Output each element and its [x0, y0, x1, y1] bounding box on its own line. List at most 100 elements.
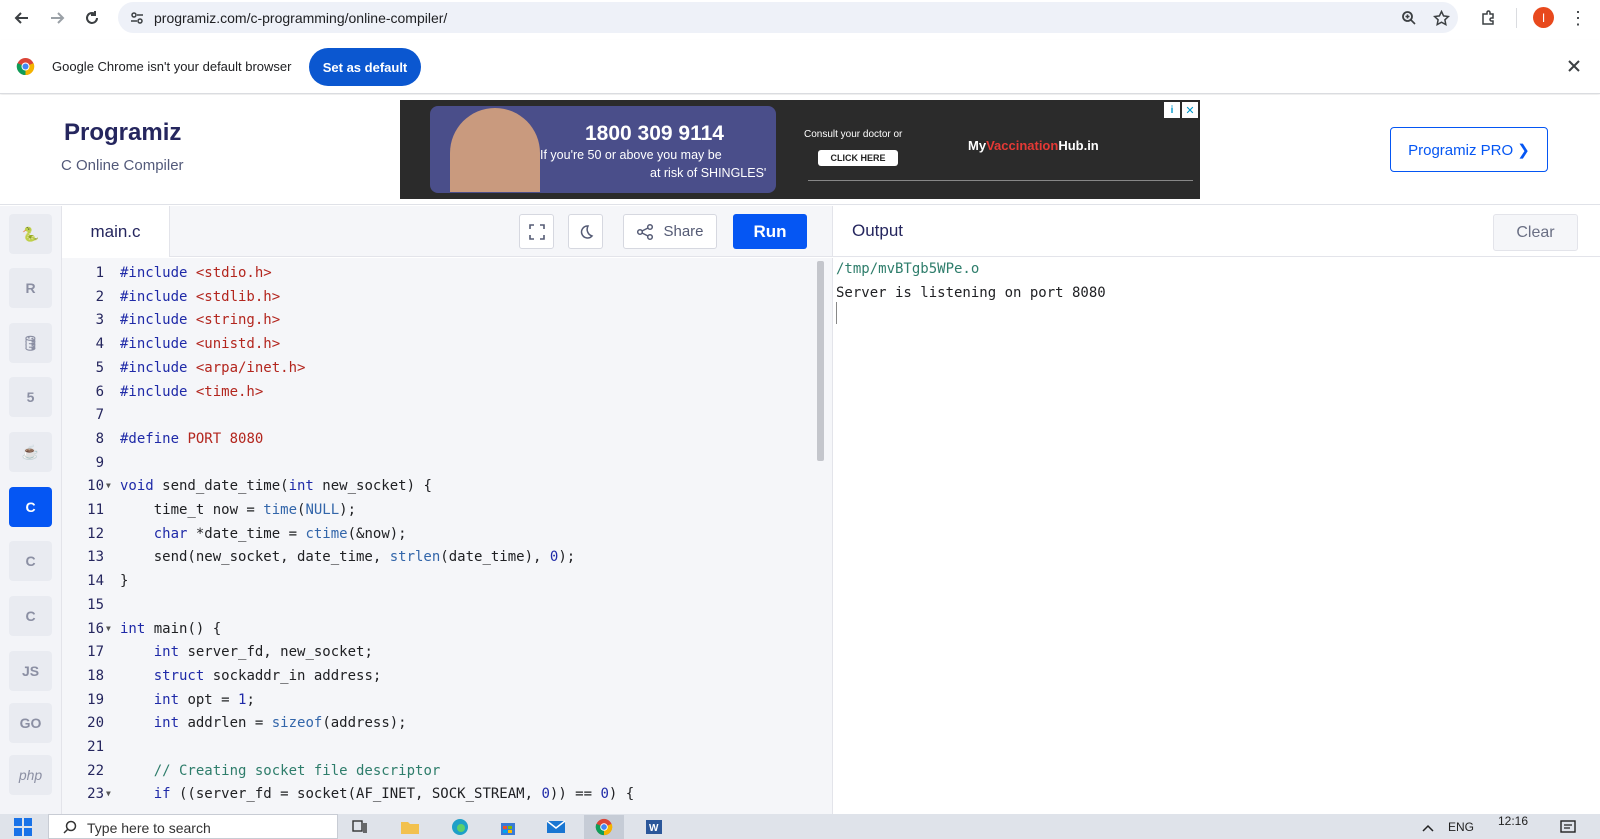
code-line[interactable]: 3 #include <string.h> — [62, 308, 822, 332]
code-text: send(new_socket, date_time, strlen(date_… — [120, 549, 576, 566]
language-java[interactable]: ☕ — [9, 432, 52, 472]
code-text: int server_fd, new_socket; — [153, 644, 373, 661]
share-button[interactable]: Share — [623, 214, 717, 249]
code-line[interactable]: 23 ▼ if ((server_fd = socket(AF_INET, SOC… — [62, 782, 822, 806]
run-button[interactable]: Run — [733, 214, 807, 249]
line-number: 8 — [95, 430, 104, 447]
line-number: 4 — [95, 336, 104, 353]
language-csharp[interactable]: C — [9, 596, 52, 636]
go-icon: GO — [19, 715, 42, 731]
chevron-up-icon[interactable] — [1422, 820, 1434, 838]
extensions-icon[interactable] — [1476, 6, 1500, 30]
code-line[interactable]: 9 — [62, 451, 822, 475]
code-text: if ((server_fd = socket(AF_INET, SOCK_ST… — [153, 786, 635, 803]
chrome-taskbar-icon[interactable] — [584, 815, 624, 839]
language-sidebar: 🐍 R 🛢 5 ☕ C C C JS GO php — [0, 206, 62, 814]
code-line[interactable]: 5 #include <arpa/inet.h> — [62, 356, 822, 380]
code-line[interactable]: 15 — [62, 593, 822, 617]
code-line[interactable]: 13 send(new_socket, date_time, strlen(da… — [62, 545, 822, 569]
forward-arrow-icon[interactable] — [45, 6, 69, 30]
language-js[interactable]: JS — [9, 651, 52, 691]
edge-icon[interactable] — [440, 815, 480, 839]
code-line[interactable]: 7 — [62, 403, 822, 427]
language-php[interactable]: php — [9, 755, 52, 795]
ad-person-image — [450, 108, 540, 192]
line-number: 11 — [87, 502, 104, 518]
code-line[interactable]: 12 char *date_time = ctime(&now); — [62, 522, 822, 546]
line-number: 14 — [87, 573, 104, 590]
code-line[interactable]: 6 #include <time.h> — [62, 380, 822, 404]
output-header: Output Clear — [832, 206, 1600, 257]
zoom-icon[interactable] — [1398, 7, 1420, 29]
word-icon[interactable]: W — [634, 815, 674, 839]
ad-phone-number: 1800 309 9114 — [585, 122, 724, 145]
code-line[interactable]: 20 int addrlen = sizeof(address); — [62, 711, 822, 735]
language-python[interactable]: 🐍 — [9, 214, 52, 254]
task-view-icon[interactable] — [340, 815, 380, 839]
ad-brand: MyVaccinationHub.in — [968, 138, 1099, 153]
advertisement-banner[interactable]: 1800 309 9114 If you're 50 or above you … — [400, 100, 1200, 199]
file-explorer-icon[interactable] — [390, 815, 430, 839]
chrome-menu-icon[interactable]: ⋮ — [1566, 6, 1590, 30]
fold-arrow-icon[interactable]: ▼ — [106, 474, 111, 498]
set-as-default-button[interactable]: Set as default — [309, 48, 421, 86]
language-c[interactable]: C — [9, 487, 52, 527]
language-html[interactable]: 5 — [9, 377, 52, 417]
ad-click-here-button[interactable]: CLICK HERE — [818, 150, 898, 166]
notification-icon[interactable] — [1560, 819, 1576, 839]
input-language[interactable]: ENG — [1448, 820, 1474, 834]
close-icon[interactable] — [1565, 57, 1583, 75]
code-editor[interactable]: 1 #include <stdio.h> 2 #include <stdlib.h> 3… — [62, 258, 832, 814]
code-line[interactable]: 2 #include <stdlib.h> — [62, 285, 822, 309]
code-line[interactable]: 18 struct sockaddr_in address; — [62, 664, 822, 688]
fold-arrow-icon[interactable]: ▼ — [106, 617, 111, 641]
profile-avatar[interactable]: I — [1533, 7, 1554, 28]
taskbar-search[interactable]: Type here to search — [48, 814, 338, 839]
code-line[interactable]: 21 — [62, 735, 822, 759]
line-number: 7 — [95, 407, 104, 424]
bookmark-star-icon[interactable] — [1430, 7, 1452, 29]
editor-toolbar: main.c Share Run — [62, 206, 832, 257]
code-text: #include <stdio.h> — [120, 265, 272, 281]
address-bar[interactable]: programiz.com/c-programming/online-compi… — [118, 2, 1458, 33]
site-settings-icon[interactable] — [126, 7, 148, 29]
fold-arrow-icon[interactable]: ▼ — [106, 782, 111, 806]
language-r[interactable]: R — [9, 268, 52, 308]
code-line[interactable]: 4 #include <unistd.h> — [62, 332, 822, 356]
code-line[interactable]: 17 int server_fd, new_socket; — [62, 640, 822, 664]
mail-icon[interactable] — [536, 815, 576, 839]
line-number: 21 — [87, 739, 104, 755]
r-icon: R — [25, 280, 36, 296]
url-text[interactable]: programiz.com/c-programming/online-compi… — [154, 10, 447, 26]
language-cpp[interactable]: C — [9, 541, 52, 581]
ad-close-icon[interactable]: ✕ — [1182, 102, 1198, 118]
file-tab[interactable]: main.c — [62, 206, 170, 257]
dark-mode-icon[interactable] — [568, 214, 603, 249]
code-text: struct sockaddr_in address; — [153, 667, 382, 684]
code-line[interactable]: 19 int opt = 1; — [62, 688, 822, 712]
line-number: 3 — [95, 312, 104, 329]
language-sql[interactable]: 🛢 — [9, 323, 52, 363]
programiz-pro-button[interactable]: Programiz PRO ❯ — [1390, 127, 1548, 172]
code-line[interactable]: 16 ▼ int main() { — [62, 617, 822, 641]
code-line[interactable]: 11 time_t now = time(NULL); — [62, 498, 822, 522]
windows-start-icon[interactable] — [14, 818, 32, 836]
output-line: /tmp/mvBTgb5WPe.o — [836, 261, 980, 277]
language-go[interactable]: GO — [9, 703, 52, 743]
default-browser-infobar: Google Chrome isn't your default browser… — [0, 40, 1600, 94]
reload-icon[interactable] — [80, 6, 104, 30]
code-line[interactable]: 1 #include <stdio.h> — [62, 261, 822, 285]
system-clock[interactable]: 12:16 — [1498, 814, 1528, 828]
code-line[interactable]: 22 // Creating socket file descriptor — [62, 759, 822, 783]
code-line[interactable]: 14} — [62, 569, 822, 593]
code-line[interactable]: 10 ▼ void send_date_time(int new_socket) { — [62, 474, 822, 498]
ad-info-icon[interactable]: i — [1164, 102, 1180, 118]
programiz-logo[interactable]: Programiz — [64, 119, 181, 147]
ad-brand-highlight: Vaccination — [986, 138, 1059, 153]
fullscreen-icon[interactable] — [519, 214, 554, 249]
output-console[interactable]: /tmp/mvBTgb5WPe.o Server is listening on … — [832, 258, 1600, 814]
back-arrow-icon[interactable] — [10, 6, 34, 30]
clear-button[interactable]: Clear — [1493, 214, 1578, 251]
code-line[interactable]: 8 #define PORT 8080 — [62, 427, 822, 451]
store-icon[interactable] — [488, 815, 528, 839]
